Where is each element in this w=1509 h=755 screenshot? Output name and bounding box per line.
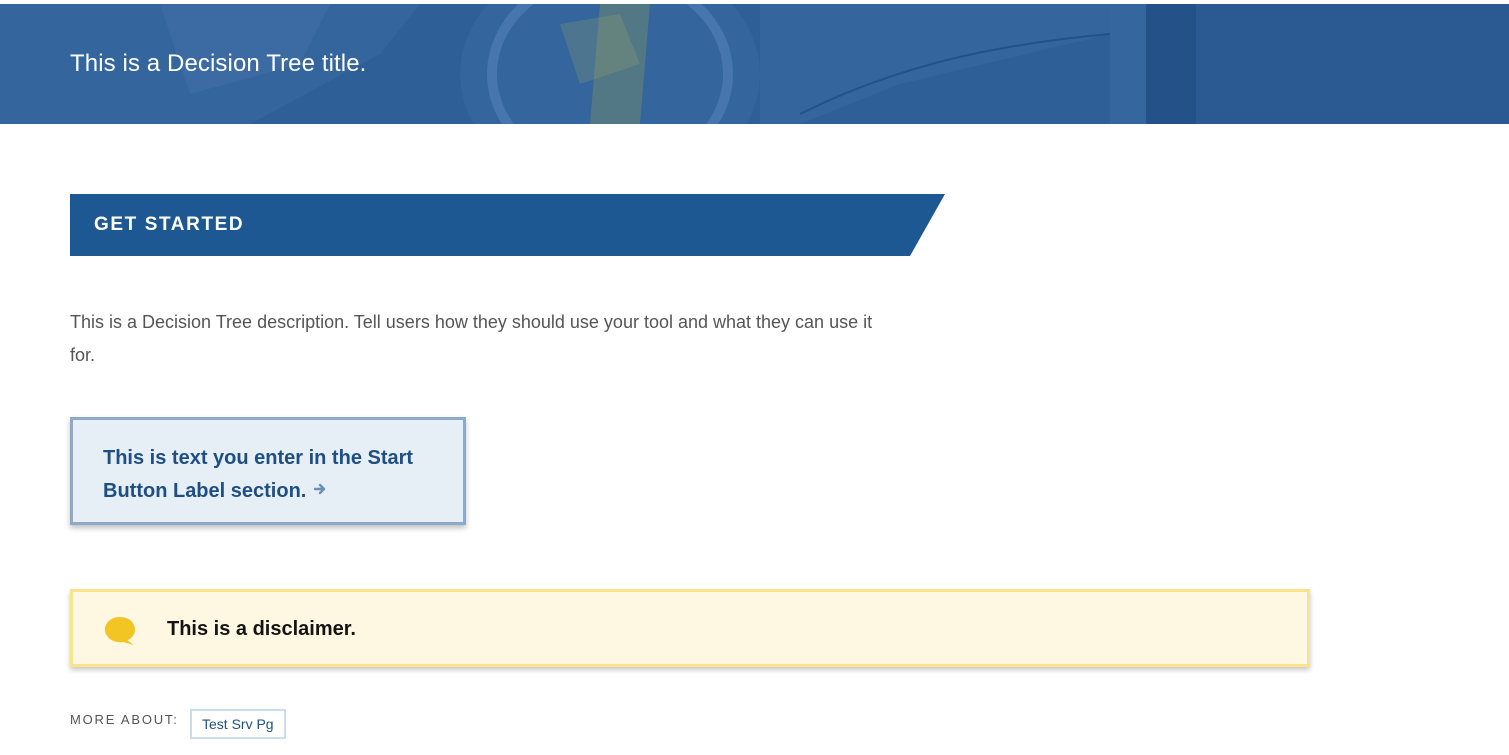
page: This is a Decision Tree title. GET START… bbox=[0, 0, 1509, 755]
page-header-banner: This is a Decision Tree title. bbox=[0, 4, 1509, 124]
disclaimer-text: This is a disclaimer. bbox=[167, 618, 356, 640]
section-banner: GET STARTED bbox=[70, 194, 945, 256]
start-button[interactable]: This is text you enter in the Start Butt… bbox=[70, 417, 466, 525]
more-about-tag-link[interactable]: Test Srv Pg bbox=[190, 709, 286, 739]
section-banner-label: GET STARTED bbox=[94, 214, 245, 235]
arrow-right-icon bbox=[314, 474, 326, 507]
page-title: This is a Decision Tree title. bbox=[70, 50, 367, 77]
start-button-text-wrap: This is text you enter in the Start Butt… bbox=[103, 442, 433, 508]
disclaimer-callout: This is a disclaimer. bbox=[70, 589, 1310, 667]
speech-bubble-icon bbox=[104, 615, 138, 652]
more-about-label: MORE ABOUT: bbox=[70, 712, 179, 727]
decision-tree-description: This is a Decision Tree description. Tel… bbox=[70, 312, 873, 365]
start-button-label: This is text you enter in the Start Butt… bbox=[103, 447, 414, 502]
